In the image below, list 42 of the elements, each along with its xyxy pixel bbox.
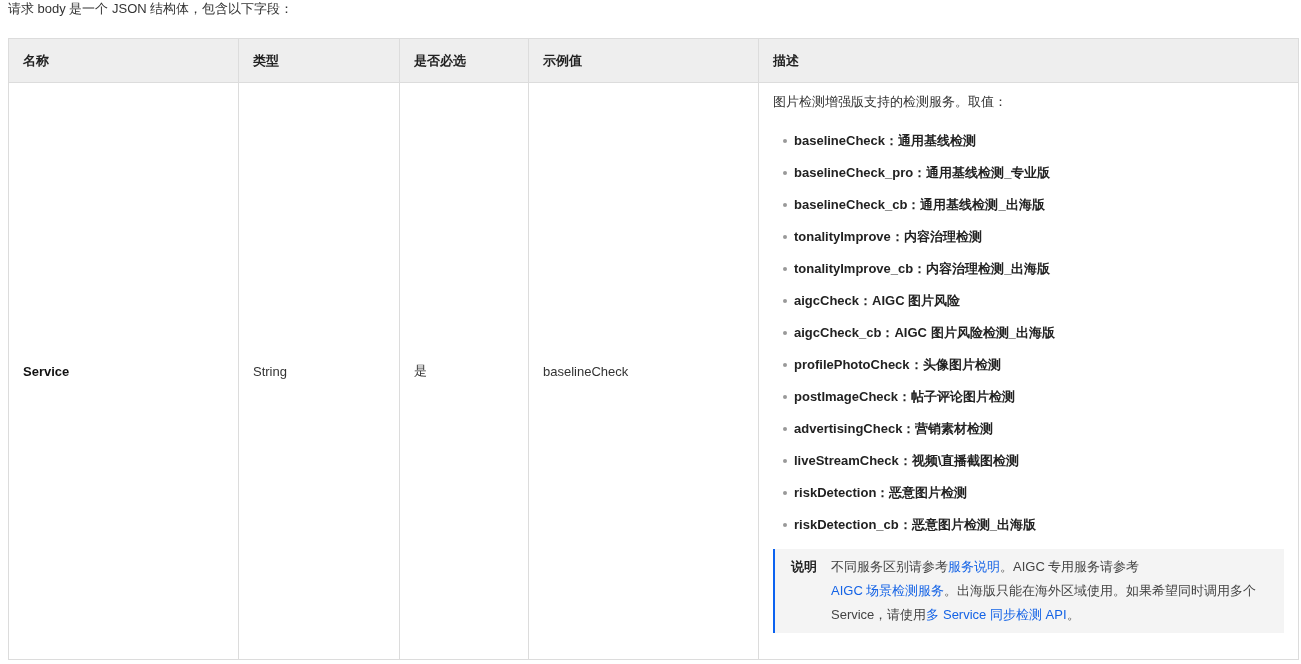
option-text: postImageCheck：帖子评论图片检测 <box>794 388 1016 406</box>
bullet-icon <box>783 523 787 527</box>
table-cell: 是 <box>399 82 529 660</box>
bullet-icon <box>783 139 787 143</box>
column-header: 类型 <box>238 38 400 83</box>
doc-link[interactable]: AIGC 场景检测服务 <box>831 583 945 598</box>
option-text: aigcCheck_cb：AIGC 图片风险检测_出海版 <box>794 324 1055 342</box>
table-cell: baselineCheck <box>528 82 759 660</box>
option-text: riskDetection：恶意图片检测 <box>794 484 968 502</box>
bullet-icon <box>783 171 787 175</box>
option-text: riskDetection_cb：恶意图片检测_出海版 <box>794 516 1036 534</box>
option-text: baselineCheck：通用基线检测 <box>794 132 977 150</box>
column-header: 示例值 <box>528 38 759 83</box>
option-text: baselineCheck_pro：通用基线检测_专业版 <box>794 164 1051 182</box>
option-text: advertisingCheck：营销素材检测 <box>794 420 994 438</box>
doc-link[interactable]: 多 Service 同步检测 API <box>926 607 1067 622</box>
bullet-icon <box>783 427 787 431</box>
bullet-icon <box>783 331 787 335</box>
option-text: aigcCheck：AIGC 图片风险 <box>794 292 961 310</box>
note-text: 不同服务区别请参考服务说明。AIGC 专用服务请参考 AIGC 场景检测服务。出海版只能在海外区域使用。如果希望同时调用多个 Service，请使用多 Service 同步检测 API。 <box>831 558 1258 624</box>
bullet-icon <box>783 267 787 271</box>
option-text: tonalityImprove：内容治理检测 <box>794 228 982 246</box>
option-text: baselineCheck_cb：通用基线检测_出海版 <box>794 196 1045 214</box>
bullet-icon <box>783 363 787 367</box>
option-text: liveStreamCheck：视频\直播截图检测 <box>794 452 1020 470</box>
description-text: 图片检测增强版支持的检测服务。取值： <box>773 93 1008 111</box>
column-header: 是否必选 <box>399 38 529 83</box>
option-text: tonalityImprove_cb：内容治理检测_出海版 <box>794 260 1051 278</box>
doc-link[interactable]: 服务说明 <box>948 559 1000 574</box>
column-header: 名称 <box>8 38 239 83</box>
bullet-icon <box>783 235 787 239</box>
table-cell: Service <box>8 82 239 660</box>
bullet-icon <box>783 395 787 399</box>
intro-text: 请求 body 是一个 JSON 结构体，包含以下字段： <box>8 0 295 18</box>
option-text: profilePhotoCheck：头像图片检测 <box>794 356 1001 374</box>
note-label: 说明 <box>791 558 817 576</box>
bullet-icon <box>783 459 787 463</box>
bullet-icon <box>783 203 787 207</box>
table-cell: String <box>238 82 400 660</box>
bullet-icon <box>783 299 787 303</box>
bullet-icon <box>783 491 787 495</box>
column-header: 描述 <box>758 38 1299 83</box>
